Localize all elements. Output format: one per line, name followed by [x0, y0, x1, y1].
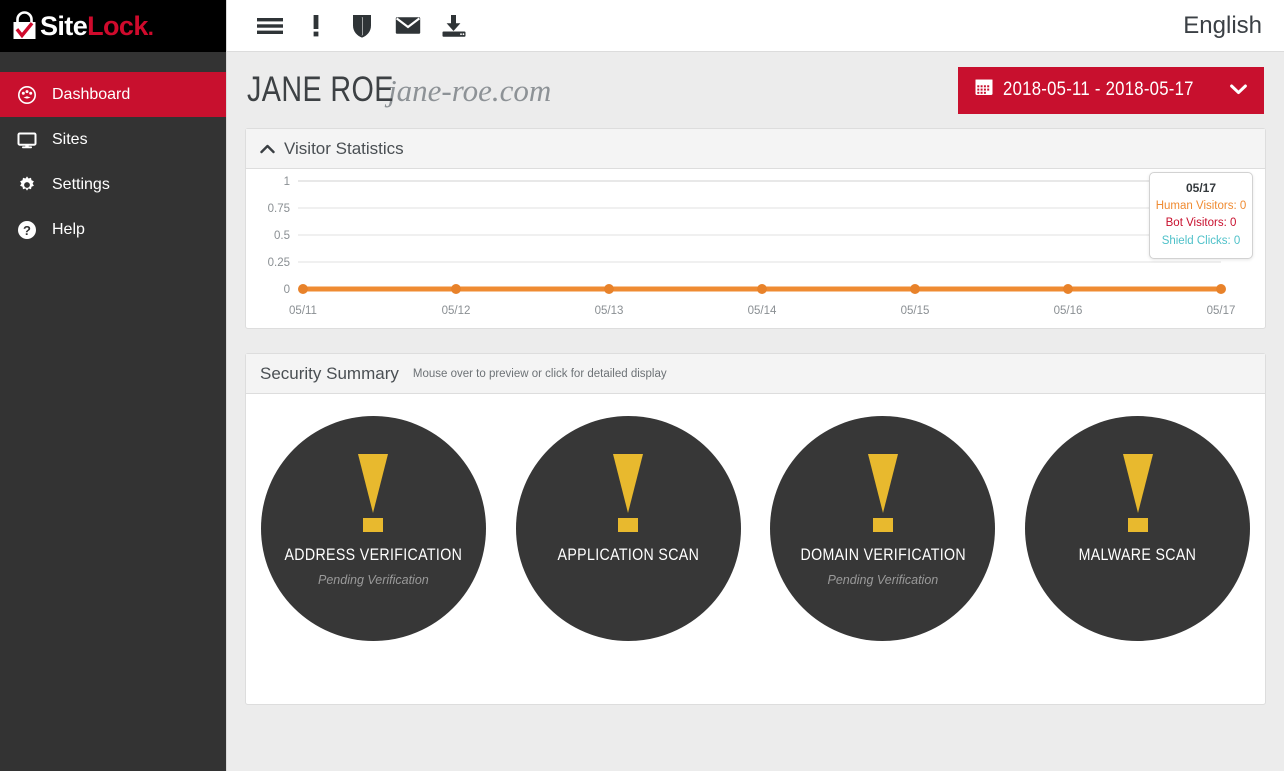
security-panel-header: Security Summary Mouse over to preview o…	[246, 354, 1265, 394]
warning-exclamation-icon	[867, 454, 898, 532]
security-tile-status: Pending Verification	[827, 573, 939, 587]
language-selector[interactable]: English	[1183, 12, 1262, 40]
security-tile-label: DOMAIN VERIFICATION	[800, 546, 966, 564]
download-icon[interactable]	[431, 6, 477, 46]
logo-text-site: Site	[40, 10, 88, 41]
svg-text:0.5: 0.5	[274, 230, 290, 242]
sidebar-item-label: Dashboard	[52, 85, 131, 103]
svg-text:0.75: 0.75	[268, 203, 290, 215]
security-tile-label: MALWARE SCAN	[1078, 546, 1197, 564]
chart-tooltip: 05/17 Human Visitors: 0 Bot Visitors: 0 …	[1149, 172, 1253, 260]
exclamation-icon[interactable]	[293, 6, 339, 46]
security-tile-application-scan[interactable]: APPLICATION SCAN	[515, 416, 741, 641]
account-domain: jane-roe.com	[388, 73, 552, 108]
monitor-icon	[12, 130, 42, 150]
visitor-panel-header[interactable]: Visitor Statistics	[246, 129, 1265, 169]
security-panel-subtitle: Mouse over to preview or click for detai…	[412, 367, 667, 380]
sidebar-item-label: Sites	[52, 130, 88, 148]
gear-icon	[12, 175, 42, 195]
chart-gridlines	[298, 180, 1221, 263]
security-tile-label: APPLICATION SCAN	[557, 546, 699, 564]
chart-y-ticks: 1 0.75 0.5 0.25 0	[268, 176, 290, 296]
sidebar-item-label: Help	[52, 220, 85, 238]
svg-text:05/16: 05/16	[1054, 305, 1083, 317]
logo-text-lock: Lock	[87, 10, 148, 41]
svg-text:05/14: 05/14	[748, 305, 777, 317]
svg-text:0: 0	[284, 284, 290, 296]
sidebar-spacer	[0, 52, 226, 72]
security-summary-panel: Security Summary Mouse over to preview o…	[245, 353, 1266, 705]
main-area: English JANE ROE jane-roe.com 2018-05-11…	[226, 0, 1284, 771]
padlock-check-icon	[10, 11, 39, 41]
svg-text:1: 1	[284, 176, 290, 188]
page-header: JANE ROE jane-roe.com 2018-05-11 - 2018-…	[245, 52, 1266, 128]
svg-text:0.25: 0.25	[268, 257, 290, 269]
security-tiles: ADDRESS VERIFICATION Pending Verificatio…	[246, 394, 1265, 704]
security-tile-domain-verification[interactable]: DOMAIN VERIFICATION Pending Verification	[770, 416, 996, 641]
brand-logo[interactable]: Site Lock.	[0, 0, 226, 52]
svg-text:05/11: 05/11	[289, 305, 317, 317]
envelope-icon[interactable]	[385, 6, 431, 46]
question-circle-icon: ?	[12, 220, 42, 240]
date-range-label: 2018-05-11 - 2018-05-17	[1003, 79, 1194, 100]
warning-exclamation-icon	[613, 454, 644, 532]
security-tile-label: ADDRESS VERIFICATION	[284, 546, 463, 564]
sidebar-item-label: Settings	[52, 175, 110, 193]
app-root: Site Lock. Dashboard Sites Settings ? He…	[0, 0, 1284, 771]
tooltip-date: 05/17	[1185, 181, 1217, 195]
chart-x-ticks: 05/11 05/12 05/13 05/14 05/15 05/16 05/1…	[289, 305, 1235, 317]
sidebar-item-help[interactable]: ? Help	[0, 207, 226, 252]
chart-series-line	[298, 284, 1226, 294]
chevron-down-icon	[1230, 79, 1247, 101]
security-tile-status: Pending Verification	[318, 573, 429, 587]
security-tile-address-verification[interactable]: ADDRESS VERIFICATION Pending Verificatio…	[260, 416, 486, 641]
visitor-panel-title: Visitor Statistics	[284, 138, 404, 158]
svg-text:05/12: 05/12	[442, 305, 471, 317]
sidebar: Site Lock. Dashboard Sites Settings ? He…	[0, 0, 226, 771]
logo-text-dot: .	[147, 14, 154, 40]
svg-text:05/13: 05/13	[595, 305, 624, 317]
security-panel-title: Security Summary	[260, 363, 399, 383]
calendar-icon	[975, 78, 993, 102]
svg-text:?: ?	[23, 222, 31, 237]
security-tile-malware-scan[interactable]: MALWARE SCAN	[1025, 416, 1251, 641]
account-name: JANE ROE	[247, 70, 394, 109]
warning-exclamation-icon	[358, 454, 389, 532]
content-region: JANE ROE jane-roe.com 2018-05-11 - 2018-…	[227, 52, 1284, 771]
shield-icon[interactable]	[339, 6, 385, 46]
sidebar-nav: Dashboard Sites Settings ? Help	[0, 72, 226, 252]
topbar-icon-group	[247, 6, 477, 46]
visitor-chart: 1 0.75 0.5 0.25 0 05/11 05/12 05/13 05/1…	[246, 169, 1265, 328]
visitor-statistics-panel: Visitor Statistics 1 0.75 0.5 0.25 0 05/…	[245, 128, 1266, 329]
tooltip-shield-clicks: Shield Clicks: 0	[1161, 235, 1241, 248]
sidebar-item-dashboard[interactable]: Dashboard	[0, 72, 226, 117]
gauge-icon	[12, 85, 42, 105]
page-title: JANE ROE jane-roe.com	[247, 70, 551, 110]
hamburger-menu-icon[interactable]	[247, 6, 293, 46]
chevron-up-icon[interactable]	[260, 144, 275, 154]
visitor-chart-svg: 1 0.75 0.5 0.25 0 05/11 05/12 05/13 05/1…	[268, 176, 1236, 317]
date-range-picker[interactable]: 2018-05-11 - 2018-05-17	[958, 66, 1264, 114]
warning-exclamation-icon	[1122, 454, 1153, 532]
sidebar-item-sites[interactable]: Sites	[0, 117, 226, 162]
svg-text:05/15: 05/15	[901, 305, 930, 317]
topbar: English	[227, 0, 1284, 52]
sidebar-item-settings[interactable]: Settings	[0, 162, 226, 207]
svg-text:05/17: 05/17	[1207, 305, 1236, 317]
tooltip-human-visitors: Human Visitors: 0	[1155, 199, 1247, 212]
tooltip-bot-visitors: Bot Visitors: 0	[1165, 217, 1237, 230]
